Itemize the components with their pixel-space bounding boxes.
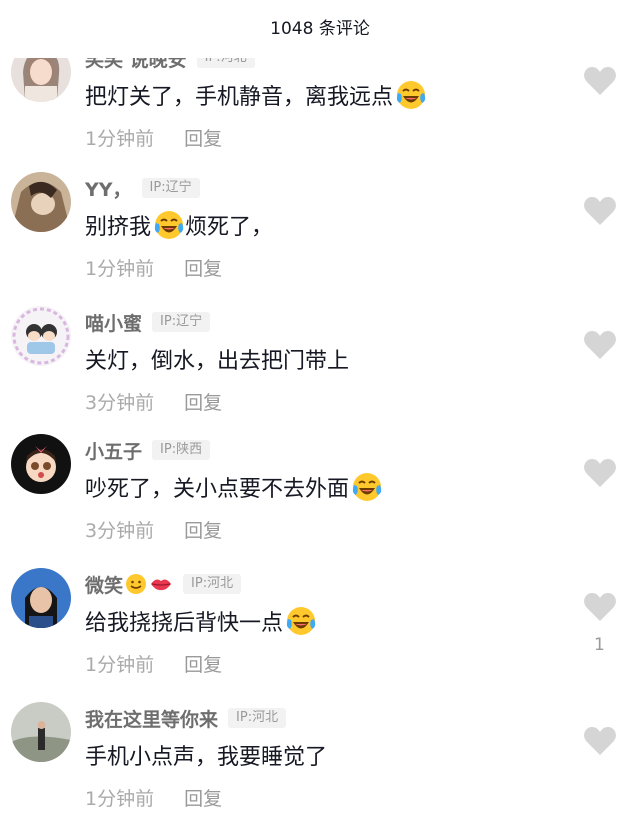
reply-button[interactable]: 回复 [184, 388, 222, 415]
comment-count-title: 1048 条评论 [270, 19, 370, 39]
smile-emoji-icon [125, 573, 147, 595]
reply-button[interactable]: 回复 [184, 784, 222, 811]
avatar[interactable] [11, 568, 71, 628]
reply-button[interactable]: 回复 [184, 650, 222, 677]
ip-location-badge: IP:辽宁 [152, 312, 211, 332]
comment-text: 别挤我 烦死了， [85, 209, 273, 241]
like-count: 1 [594, 635, 605, 655]
laughing-crying-emoji-icon [153, 209, 185, 241]
laughing-crying-emoji-icon [285, 605, 317, 637]
avatar[interactable] [11, 702, 71, 762]
like-heart-icon[interactable] [583, 726, 617, 756]
comment-item: 笑笑 说晚安 IP:河北 把灯关了，手机静音，离我远点 1分钟前 回复 [0, 42, 640, 172]
username[interactable]: YY， [85, 175, 132, 202]
like-heart-icon[interactable] [583, 330, 617, 360]
comment-item: 小五子 IP:陕西 吵死了，关小点要不去外面 3分钟前 回复 [0, 434, 640, 564]
comment-time: 1分钟前 [85, 654, 155, 676]
comment-text: 手机小点声，我要睡觉了 [85, 745, 328, 770]
comment-time: 1分钟前 [85, 128, 155, 150]
comment-time: 3分钟前 [85, 520, 155, 542]
username[interactable]: 微笑 [85, 571, 123, 598]
username[interactable]: 小五子 [85, 437, 142, 464]
comments-header: 1048 条评论 [0, 0, 640, 58]
ip-location-badge: IP:河北 [183, 574, 242, 594]
like-heart-icon[interactable] [583, 592, 617, 622]
username[interactable]: 我在这里等你来 [85, 705, 218, 732]
avatar[interactable] [11, 306, 71, 366]
comment-text: 给我挠挠后背快一点 [85, 605, 317, 637]
ip-location-badge: IP:河北 [228, 708, 287, 728]
comment-time: 3分钟前 [85, 392, 155, 414]
comment-time: 1分钟前 [85, 258, 155, 280]
comment-text: 关灯，倒水，出去把门带上 [85, 349, 350, 374]
avatar[interactable] [11, 434, 71, 494]
comment-item: 我在这里等你来 IP:河北 手机小点声，我要睡觉了 1分钟前 回复 [0, 702, 640, 832]
laughing-crying-emoji-icon [351, 471, 383, 503]
comment-item: YY， IP:辽宁 别挤我 烦死了， 1分钟前 回复 [0, 172, 640, 302]
comment-time: 1分钟前 [85, 788, 155, 810]
comment-text: 吵死了，关小点要不去外面 [85, 471, 383, 503]
like-heart-icon[interactable] [583, 66, 617, 96]
username[interactable]: 喵小蜜 [85, 309, 142, 336]
comment-item: 微笑 IP:河北 给我挠挠后背快一点 1分钟前 回复 1 [0, 568, 640, 698]
comment-item: 喵小蜜 IP:辽宁 关灯，倒水，出去把门带上 3分钟前 回复 [0, 306, 640, 436]
reply-button[interactable]: 回复 [184, 124, 222, 151]
ip-location-badge: IP:陕西 [152, 440, 211, 460]
ip-location-badge: IP:辽宁 [141, 178, 200, 198]
avatar[interactable] [11, 172, 71, 232]
reply-button[interactable]: 回复 [184, 516, 222, 543]
like-heart-icon[interactable] [583, 458, 617, 488]
laughing-crying-emoji-icon [395, 79, 427, 111]
comment-text: 把灯关了，手机静音，离我远点 [85, 79, 427, 111]
lips-emoji-icon [149, 573, 173, 595]
reply-button[interactable]: 回复 [184, 254, 222, 281]
like-heart-icon[interactable] [583, 196, 617, 226]
